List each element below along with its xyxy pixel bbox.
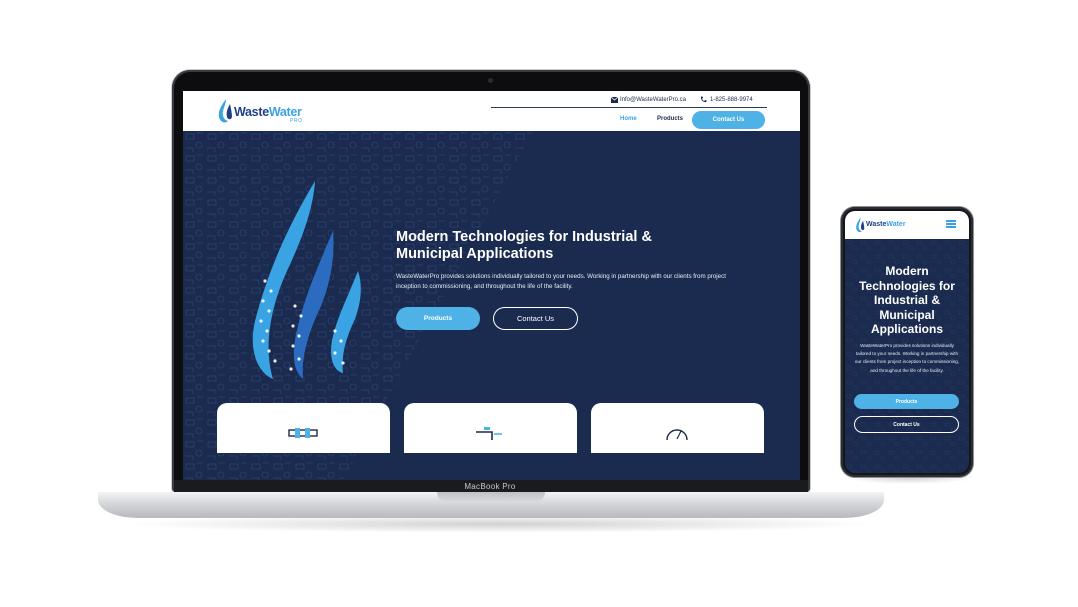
hero-description: WasteWaterPro provides solutions individ…: [396, 273, 726, 290]
nav-contact-button[interactable]: Contact Us: [692, 111, 765, 129]
nav-products[interactable]: Products: [657, 116, 683, 122]
laptop-camera: [488, 78, 493, 83]
water-drop-logo-icon: [856, 217, 865, 233]
service-card[interactable]: [404, 403, 577, 453]
water-drop-logo-icon: [218, 99, 232, 123]
service-card[interactable]: [591, 403, 764, 453]
mobile-header: WasteWater: [845, 211, 969, 239]
hero-products-button[interactable]: Products: [396, 307, 480, 330]
laptop-notch: [437, 492, 545, 502]
mobile-logo-wordmark: WasteWater: [866, 221, 906, 228]
service-card[interactable]: [217, 403, 390, 453]
logo-subtext: PRO: [290, 118, 303, 124]
mobile-hero-description: WasteWaterPro provides solutions individ…: [854, 343, 960, 373]
phone-icon: [700, 96, 707, 103]
mobile-hero-title: Modern Technologies for Industrial & Mun…: [859, 264, 955, 336]
header-email[interactable]: Info@WasteWaterPro.ca: [620, 97, 686, 103]
site-logo[interactable]: WasteWater PRO: [217, 96, 337, 126]
mail-icon: [611, 97, 618, 103]
faucet-icon: [476, 427, 502, 440]
phone-screen: WasteWater Modern Technologies for Indus…: [845, 211, 969, 473]
logo-wordmark: WasteWater: [234, 105, 302, 119]
header-phone[interactable]: 1-825-888-9974: [710, 97, 753, 103]
header-divider: [491, 107, 767, 108]
hamburger-menu-icon[interactable]: [946, 220, 956, 228]
nav-home[interactable]: Home: [620, 116, 637, 122]
hero-title: Modern Technologies for Industrial & Mun…: [396, 229, 652, 262]
gauge-icon: [666, 429, 688, 440]
mobile-contact-button[interactable]: Contact Us: [854, 416, 959, 433]
mobile-products-button[interactable]: Products: [854, 394, 959, 409]
hero-contact-button[interactable]: Contact Us: [493, 307, 578, 330]
laptop-screen: WasteWater PRO Info@WasteWaterPro.ca 1-8…: [183, 91, 800, 480]
pipe-icon: [288, 428, 318, 438]
site-header: WasteWater PRO Info@WasteWaterPro.ca 1-8…: [183, 91, 800, 131]
